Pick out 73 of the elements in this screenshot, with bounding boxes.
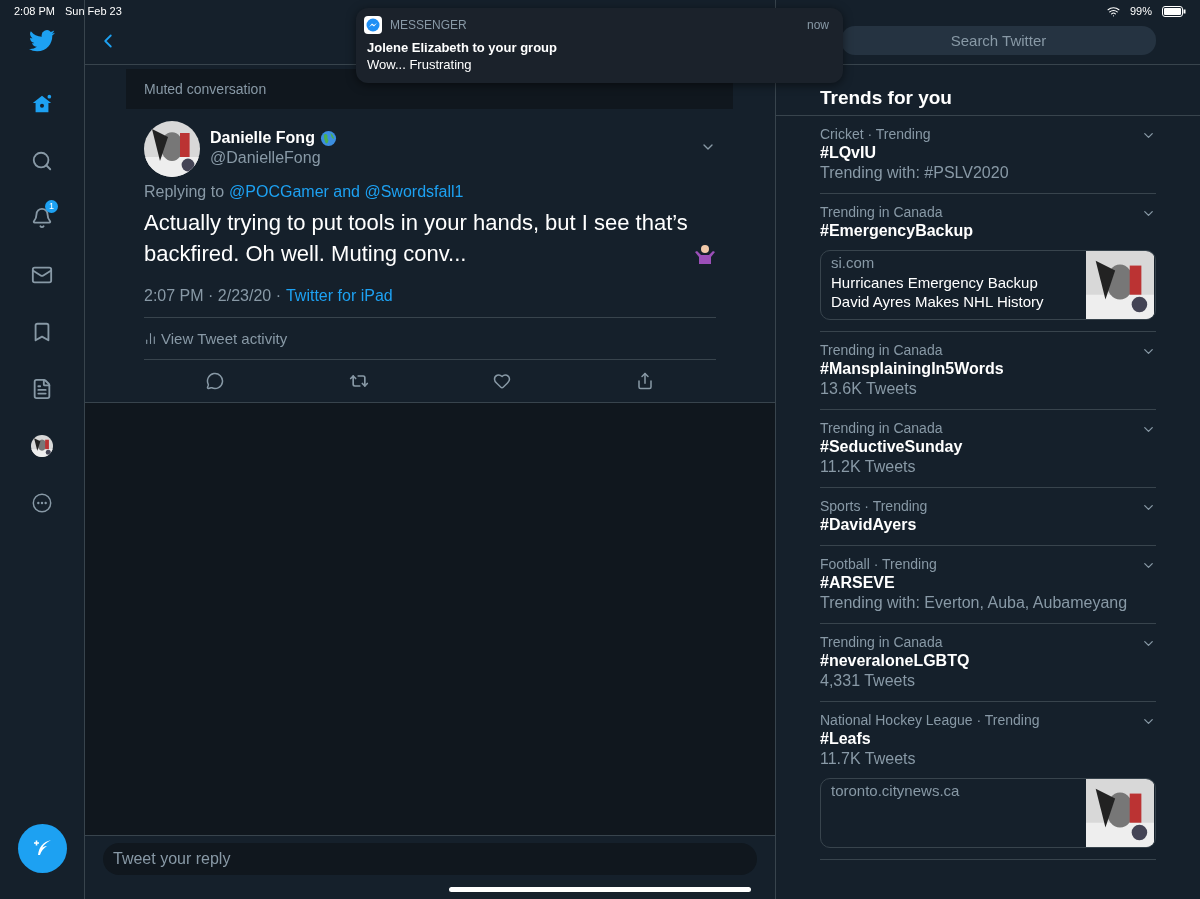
search-icon <box>31 150 53 172</box>
trend-detail: 11.2K Tweets <box>820 458 917 476</box>
trend-context: Cricket · Trending <box>820 126 931 142</box>
muted-label: Muted conversation <box>144 81 267 97</box>
view-activity-button[interactable]: View Tweet activity <box>144 317 716 360</box>
trends-heading: Trends for you <box>776 65 1200 116</box>
card-headline: Hurricanes Emergency Backup David Ayres Makes NHL History <box>831 273 1045 311</box>
list-icon <box>31 378 53 400</box>
bell-icon <box>31 207 53 229</box>
source-link[interactable]: Twitter for iPad <box>285 287 393 305</box>
trend-item[interactable]: National Hockey League · Trending #Leafs 11.7K Tweets toronto.citynews.ca <box>820 702 1156 860</box>
house-icon <box>31 93 53 115</box>
trend-item[interactable]: Sports · Trending #DavidAyers <box>820 488 1156 546</box>
battery-percent: 99% <box>1129 5 1152 17</box>
tweet-timestamp: 2:07 PM · 2/23/20 · <box>144 287 281 305</box>
shrugging-person-icon <box>694 243 716 265</box>
trend-detail: Trending with: Everton, Auba, Aubameyang <box>820 594 1129 612</box>
trend-hashtag: #neveraloneLGBTQ <box>820 652 971 670</box>
globe-icon <box>319 129 337 147</box>
more-icon <box>31 492 53 514</box>
trend-hashtag: #MansplainingIn5Words <box>820 360 1005 378</box>
trend-detail: 4,331 Tweets <box>820 672 916 690</box>
link-card[interactable]: si.com Hurricanes Emergency Backup David Ayres Makes NHL History <box>820 250 1156 320</box>
link-card[interactable]: toronto.citynews.ca <box>820 778 1156 848</box>
trend-detail: 13.6K Tweets <box>820 380 918 398</box>
notification-app: MESSENGER <box>390 18 467 32</box>
trend-context: Sports · Trending <box>820 498 928 514</box>
battery-icon <box>1162 5 1186 17</box>
notification-badge: 1 <box>45 200 58 213</box>
compose-button[interactable] <box>18 824 67 873</box>
author-handle: @DanielleFong <box>210 149 322 167</box>
trend-item[interactable]: Trending in Canada #EmergencyBackup si.com Hurricanes Emergency Backup David Ayres Makes NHL History <box>820 194 1156 332</box>
mention-link[interactable]: @POCGamer and @Swordsfall1 <box>229 183 464 201</box>
trend-hashtag: #ARSEVE <box>820 574 896 592</box>
trend-item[interactable]: Trending in Canada #MansplainingIn5Words 13.6K Tweets <box>820 332 1156 410</box>
status-time: 2:08 PM <box>14 5 55 17</box>
bar-chart-icon <box>144 332 157 345</box>
trend-item[interactable]: Trending in Canada #SeductiveSunday 11.2K Tweets <box>820 410 1156 488</box>
trend-hashtag: #Leafs <box>820 730 872 748</box>
card-source: toronto.citynews.ca <box>831 782 961 799</box>
trend-context: Football · Trending <box>820 556 937 572</box>
trend-detail: 11.7K Tweets <box>820 750 917 768</box>
replying-label: Replying to <box>144 183 225 201</box>
wifi-icon <box>1106 4 1120 18</box>
search-field[interactable]: Search Twitter <box>841 26 1156 55</box>
like-button[interactable] <box>493 372 512 390</box>
notification-banner[interactable]: MESSENGER now Jolene Elizabeth to your group Wow... Frustrating <box>356 8 843 83</box>
trend-hashtag: #EmergencyBackup <box>820 222 974 240</box>
trend-item[interactable]: Football · Trending #ARSEVE Trending with: Everton, Auba, Aubameyang <box>820 546 1156 624</box>
bird-logo[interactable] <box>29 30 55 52</box>
trend-hashtag: #LQvIU <box>820 144 877 162</box>
messenger-icon <box>364 16 382 34</box>
notification-title: Jolene Elizabeth to your group <box>367 40 558 55</box>
reply-button[interactable] <box>206 372 225 390</box>
share-button[interactable] <box>635 372 654 390</box>
card-source: si.com <box>831 254 876 271</box>
author-name: Danielle Fong <box>210 129 315 147</box>
trend-item[interactable]: Cricket · Trending #LQvIU Trending with: #PSLV2020 <box>820 116 1156 194</box>
trend-hashtag: #DavidAyers <box>820 516 918 534</box>
trend-item[interactable]: Trending in Canada #neveraloneLGBTQ 4,331 Tweets <box>820 624 1156 702</box>
trend-context: Trending in Canada <box>820 342 943 358</box>
notification-message: Wow... Frustrating <box>367 57 473 72</box>
reply-field[interactable]: Tweet your reply <box>103 843 757 875</box>
status-date: Sun Feb 23 <box>64 5 122 17</box>
trend-detail: Trending with: #PSLV2020 <box>820 164 1010 182</box>
trend-hashtag: #SeductiveSunday <box>820 438 964 456</box>
trend-context: Trending in Canada <box>820 204 943 220</box>
trend-context: Trending in Canada <box>820 634 943 650</box>
notification-time: now <box>807 18 829 32</box>
tweet-text: Actually trying to put tools in your hands, but I see that’s backfired. Oh well. Muting conv... <box>144 209 688 268</box>
mail-icon <box>31 264 53 286</box>
trend-context: National Hockey League · Trending <box>820 712 1040 728</box>
trend-context: Trending in Canada <box>820 420 943 436</box>
